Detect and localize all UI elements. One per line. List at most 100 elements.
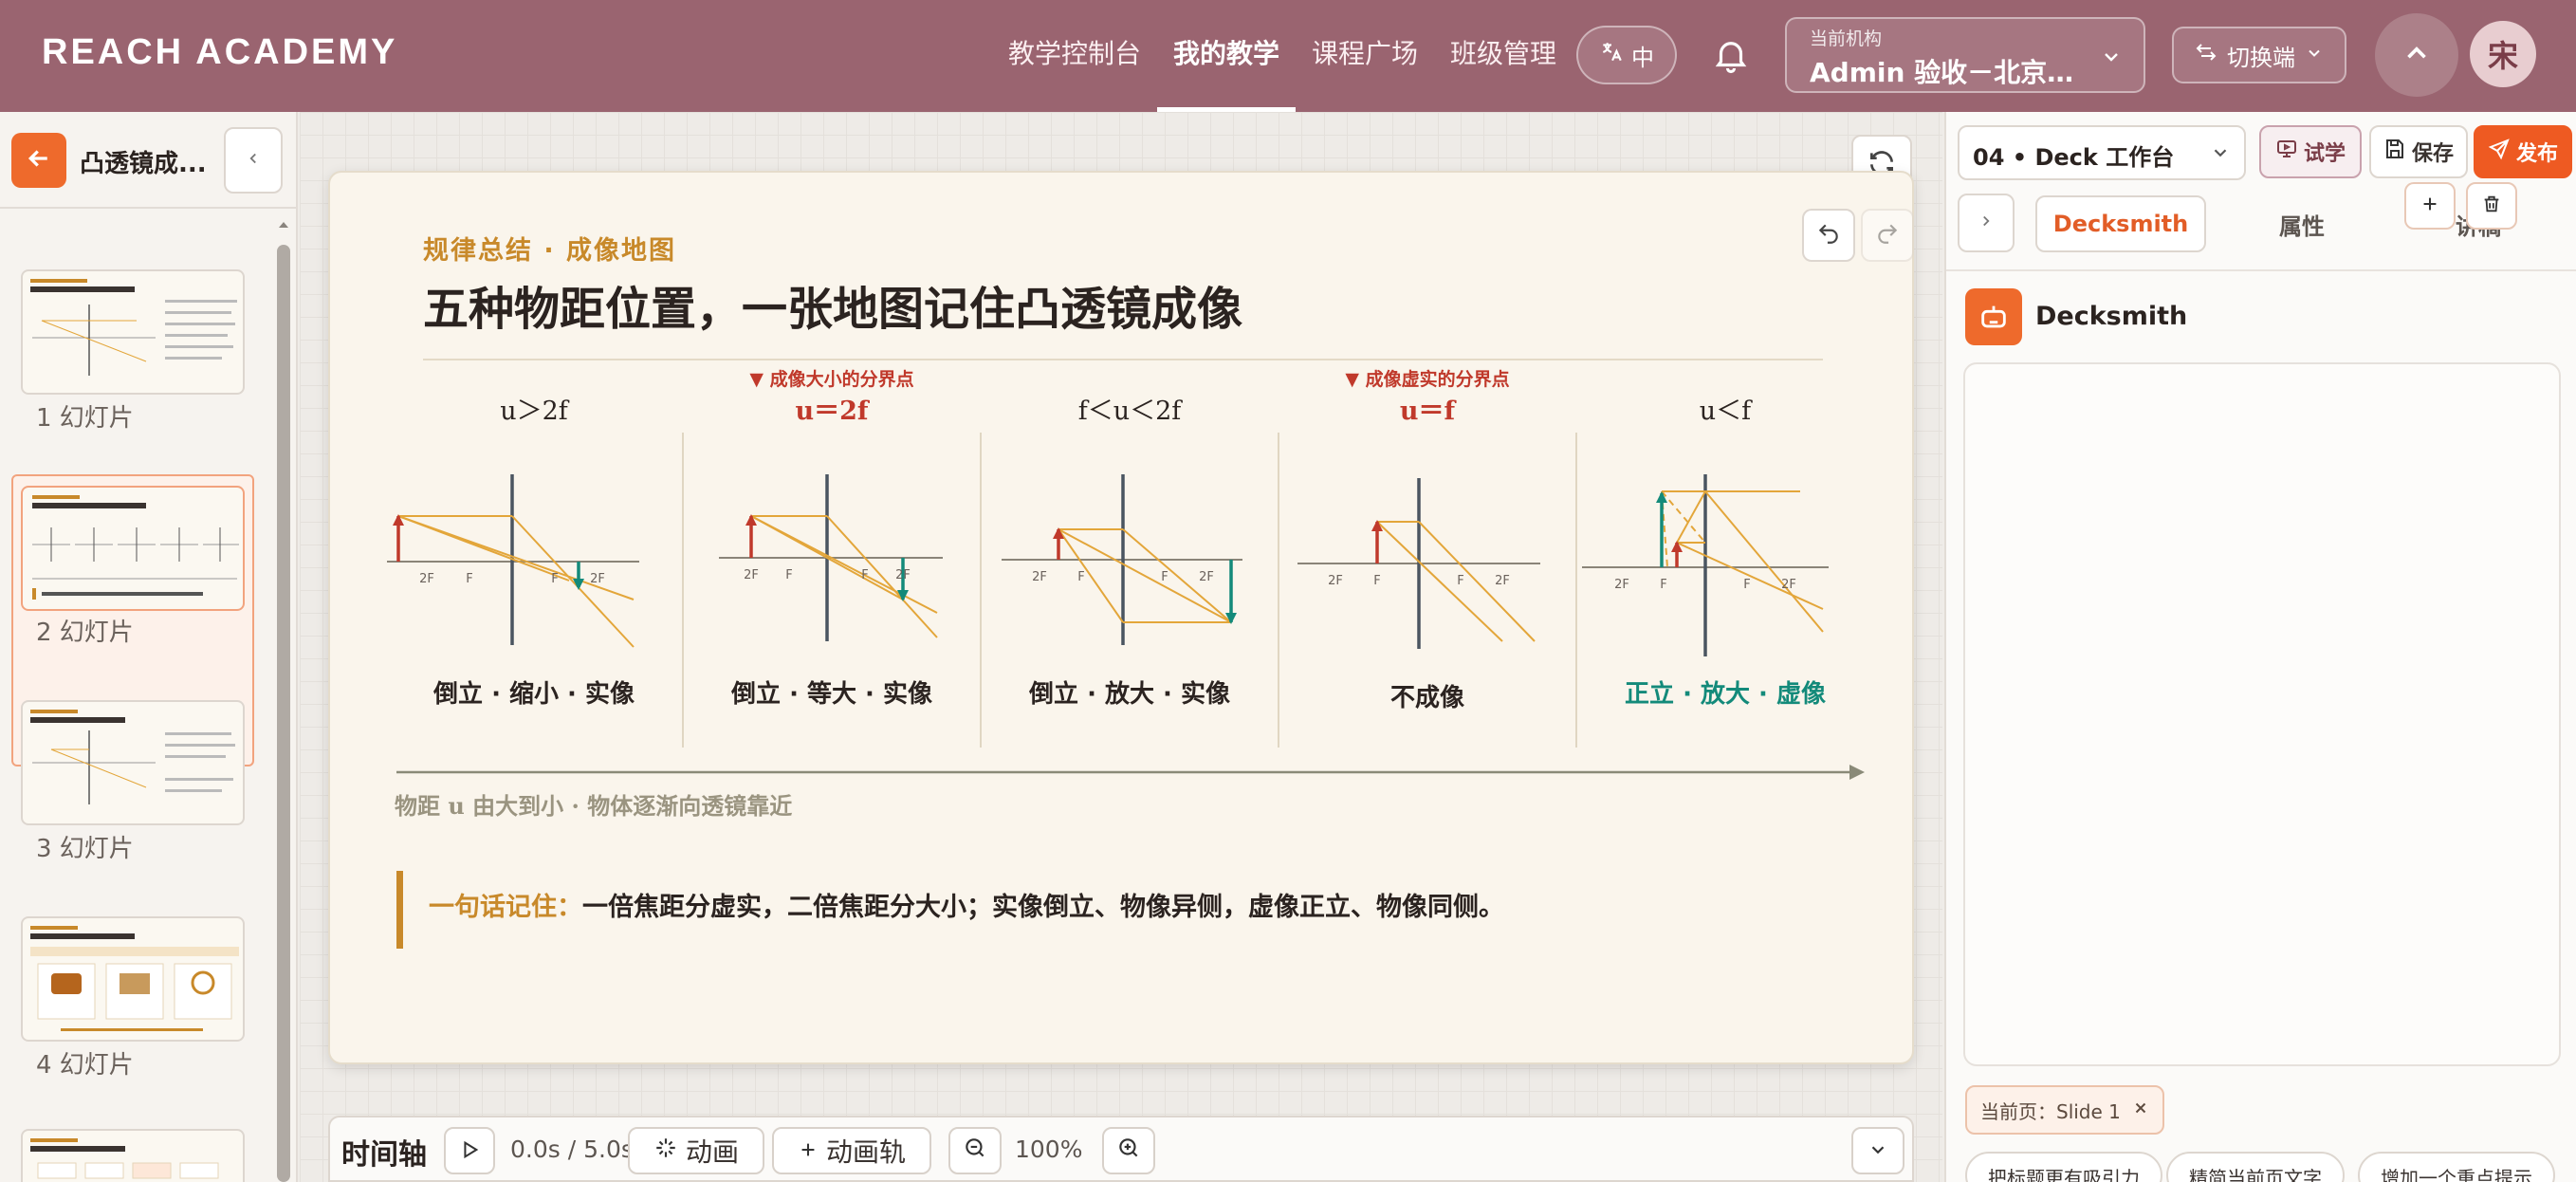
chevron-down-icon	[2305, 42, 2324, 68]
nav-teaching-console[interactable]: 教学控制台	[992, 0, 1157, 112]
chevron-down-icon	[2210, 142, 2231, 169]
timeline-label: 时间轴	[341, 1138, 427, 1172]
focus-label: 2F	[1614, 578, 1629, 592]
workspace-selector[interactable]: 04 • Deck 工作台	[1958, 125, 2246, 180]
focus-label: F	[1373, 574, 1380, 588]
animation-track-label: 动画轨	[825, 1136, 906, 1168]
focus-label: F	[861, 568, 868, 582]
chevron-right-icon	[1978, 212, 1995, 234]
zoom-out-icon	[963, 1136, 987, 1167]
top-bar: REACH ACADEMY 教学控制台 我的教学 课程广场 班级管理 中 当前机…	[0, 0, 2576, 112]
slide-thumbnail-4[interactable]	[21, 916, 245, 1042]
plus-icon	[2420, 194, 2440, 218]
slide-thumbnail-1[interactable]	[21, 269, 245, 395]
switch-portal-button[interactable]: 切换端	[2172, 27, 2346, 83]
tab-properties[interactable]: 属性	[2221, 195, 2383, 252]
nav-course-plaza[interactable]: 课程广场	[1296, 0, 1434, 112]
logo[interactable]: REACH ACADEMY	[42, 32, 397, 73]
focus-label: F	[1660, 578, 1666, 592]
chevron-down-icon	[2100, 46, 2123, 72]
suggestion-chip[interactable]: 精简当前页文字	[2166, 1152, 2345, 1182]
lens-panel-4: 2F F F 2F	[1297, 478, 1540, 649]
boundary-note-2: ▼ 成像虚实的分界点	[1345, 368, 1509, 390]
lens-diagram: ▼ 成像大小的分界点 ▼ 成像虚实的分界点 u＞2f u＝2f f＜u＜2f u…	[387, 368, 1865, 780]
zoom-level: 100%	[1015, 1136, 1083, 1163]
focus-label: 2F	[1032, 570, 1047, 584]
current-page-chip: 当前页：Slide 1	[1965, 1085, 2164, 1135]
slide-thumbnail-panel: 凸透镜成... 1 幻灯片 2 幻灯片 3 幻灯片 4 幻灯片	[0, 112, 298, 1182]
chevron-down-icon	[1868, 1136, 1888, 1167]
back-button[interactable]	[11, 133, 66, 188]
collapse-header-button[interactable]	[2375, 13, 2458, 97]
chevron-left-icon	[245, 149, 262, 172]
publish-label: 发布	[2515, 142, 2558, 166]
delete-assistant-button[interactable]	[2466, 182, 2517, 230]
language-label: 中	[1631, 44, 1654, 71]
assistant-chat-area[interactable]	[1963, 362, 2561, 1066]
add-assistant-button[interactable]	[2404, 182, 2456, 230]
slide-thumbnail-label: 2 幻灯片	[36, 619, 134, 647]
org-label: 当前机构	[1810, 28, 1883, 49]
lens-panel-2: 2F F F 2F	[719, 474, 943, 641]
slide-thumbnail-5[interactable]	[21, 1129, 245, 1182]
focus-label: F	[1077, 570, 1084, 584]
nav-my-teaching[interactable]: 我的教学	[1157, 0, 1297, 112]
publish-button[interactable]: 发布	[2474, 125, 2572, 178]
play-icon	[459, 1136, 480, 1167]
undo-button[interactable]	[1802, 209, 1855, 262]
expand-panel-button[interactable]	[1958, 194, 2015, 252]
result-label-2: 倒立 · 等大 · 实像	[730, 679, 933, 709]
focus-label: F	[785, 568, 792, 582]
main-nav: 教学控制台 我的教学 课程广场 班级管理	[992, 0, 1573, 112]
timeline-toggle-button[interactable]	[1851, 1127, 1904, 1174]
switch-label: 切换端	[2227, 44, 2295, 71]
result-label-3: 倒立 · 放大 · 实像	[1028, 679, 1231, 709]
condition-label-2: u＝2f	[795, 397, 870, 426]
save-button[interactable]: 保存	[2369, 125, 2468, 178]
scrollbar-thumb[interactable]	[277, 245, 290, 1182]
suggestion-chip[interactable]: 把标题更有吸引力	[1965, 1152, 2162, 1182]
lens-panel-3: 2F F F 2F	[1002, 474, 1242, 645]
result-label-5: 正立 · 放大 · 虚像	[1625, 679, 1827, 709]
animation-track-button[interactable]: 动画轨	[772, 1127, 931, 1174]
slide-thumbnail-2[interactable]	[21, 486, 245, 611]
slide-thumbnail-label: 1 幻灯片	[36, 404, 134, 433]
translate-icon	[1599, 40, 1624, 70]
condition-label-3: f＜u＜2f	[1078, 397, 1184, 426]
slide-thumbnail-label: 3 幻灯片	[36, 835, 134, 863]
timeline-time: 0.0s / 5.0s	[510, 1136, 634, 1163]
try-label: 试学	[2303, 142, 2346, 166]
nav-class-management[interactable]: 班级管理	[1434, 0, 1573, 112]
redo-button[interactable]	[1861, 209, 1914, 262]
suggestion-chip[interactable]: 增加一个重点提示	[2358, 1152, 2555, 1182]
monitor-icon	[2275, 138, 2298, 166]
organization-selector[interactable]: 当前机构 Admin 验收－北京…	[1785, 17, 2145, 93]
current-page-label: 当前页：Slide 1	[1980, 1099, 2121, 1123]
try-learn-button[interactable]: 试学	[2259, 125, 2362, 178]
bell-icon[interactable]	[1711, 34, 1751, 76]
zoom-out-button[interactable]	[948, 1127, 1002, 1174]
sparkle-icon	[653, 1136, 678, 1167]
trash-icon	[2481, 194, 2502, 218]
play-button[interactable]	[444, 1127, 495, 1174]
right-panel: 04 • Deck 工作台 试学 保存 发布 Decksmith 属性 讲稿 D…	[1944, 112, 2576, 1182]
avatar[interactable]: 宋	[2470, 21, 2536, 87]
animation-button[interactable]: 动画	[628, 1127, 764, 1174]
zoom-in-button[interactable]	[1102, 1127, 1155, 1174]
tab-decksmith[interactable]: Decksmith	[2035, 195, 2206, 252]
zoom-in-icon	[1116, 1136, 1141, 1167]
key-takeaway-label: 一句话记住：	[429, 893, 582, 922]
assistant-title: Decksmith	[2035, 302, 2188, 331]
result-label-1: 倒立 · 缩小 · 实像	[432, 679, 635, 709]
collapse-panel-button[interactable]	[224, 127, 283, 194]
close-icon[interactable]	[2132, 1099, 2149, 1121]
slide-preview[interactable]: 规律总结 · 成像地图 五种物距位置，一张地图记住凸透镜成像 ▼ 成像大小的分界…	[328, 171, 1914, 1064]
lens-panel-1: 2F F F 2F	[387, 474, 639, 648]
condition-label-1: u＞2f	[500, 397, 570, 426]
language-button[interactable]: 中	[1576, 26, 1677, 84]
slide-thumbnail-3[interactable]	[21, 700, 245, 825]
arrow-caption: 物距 u 由大到小 · 物体逐渐向透镜靠近	[395, 792, 793, 820]
focus-label: 2F	[590, 572, 605, 586]
condition-label-5: u＜f	[1700, 397, 1753, 426]
workspace-label: 04 • Deck 工作台	[1973, 144, 2175, 171]
